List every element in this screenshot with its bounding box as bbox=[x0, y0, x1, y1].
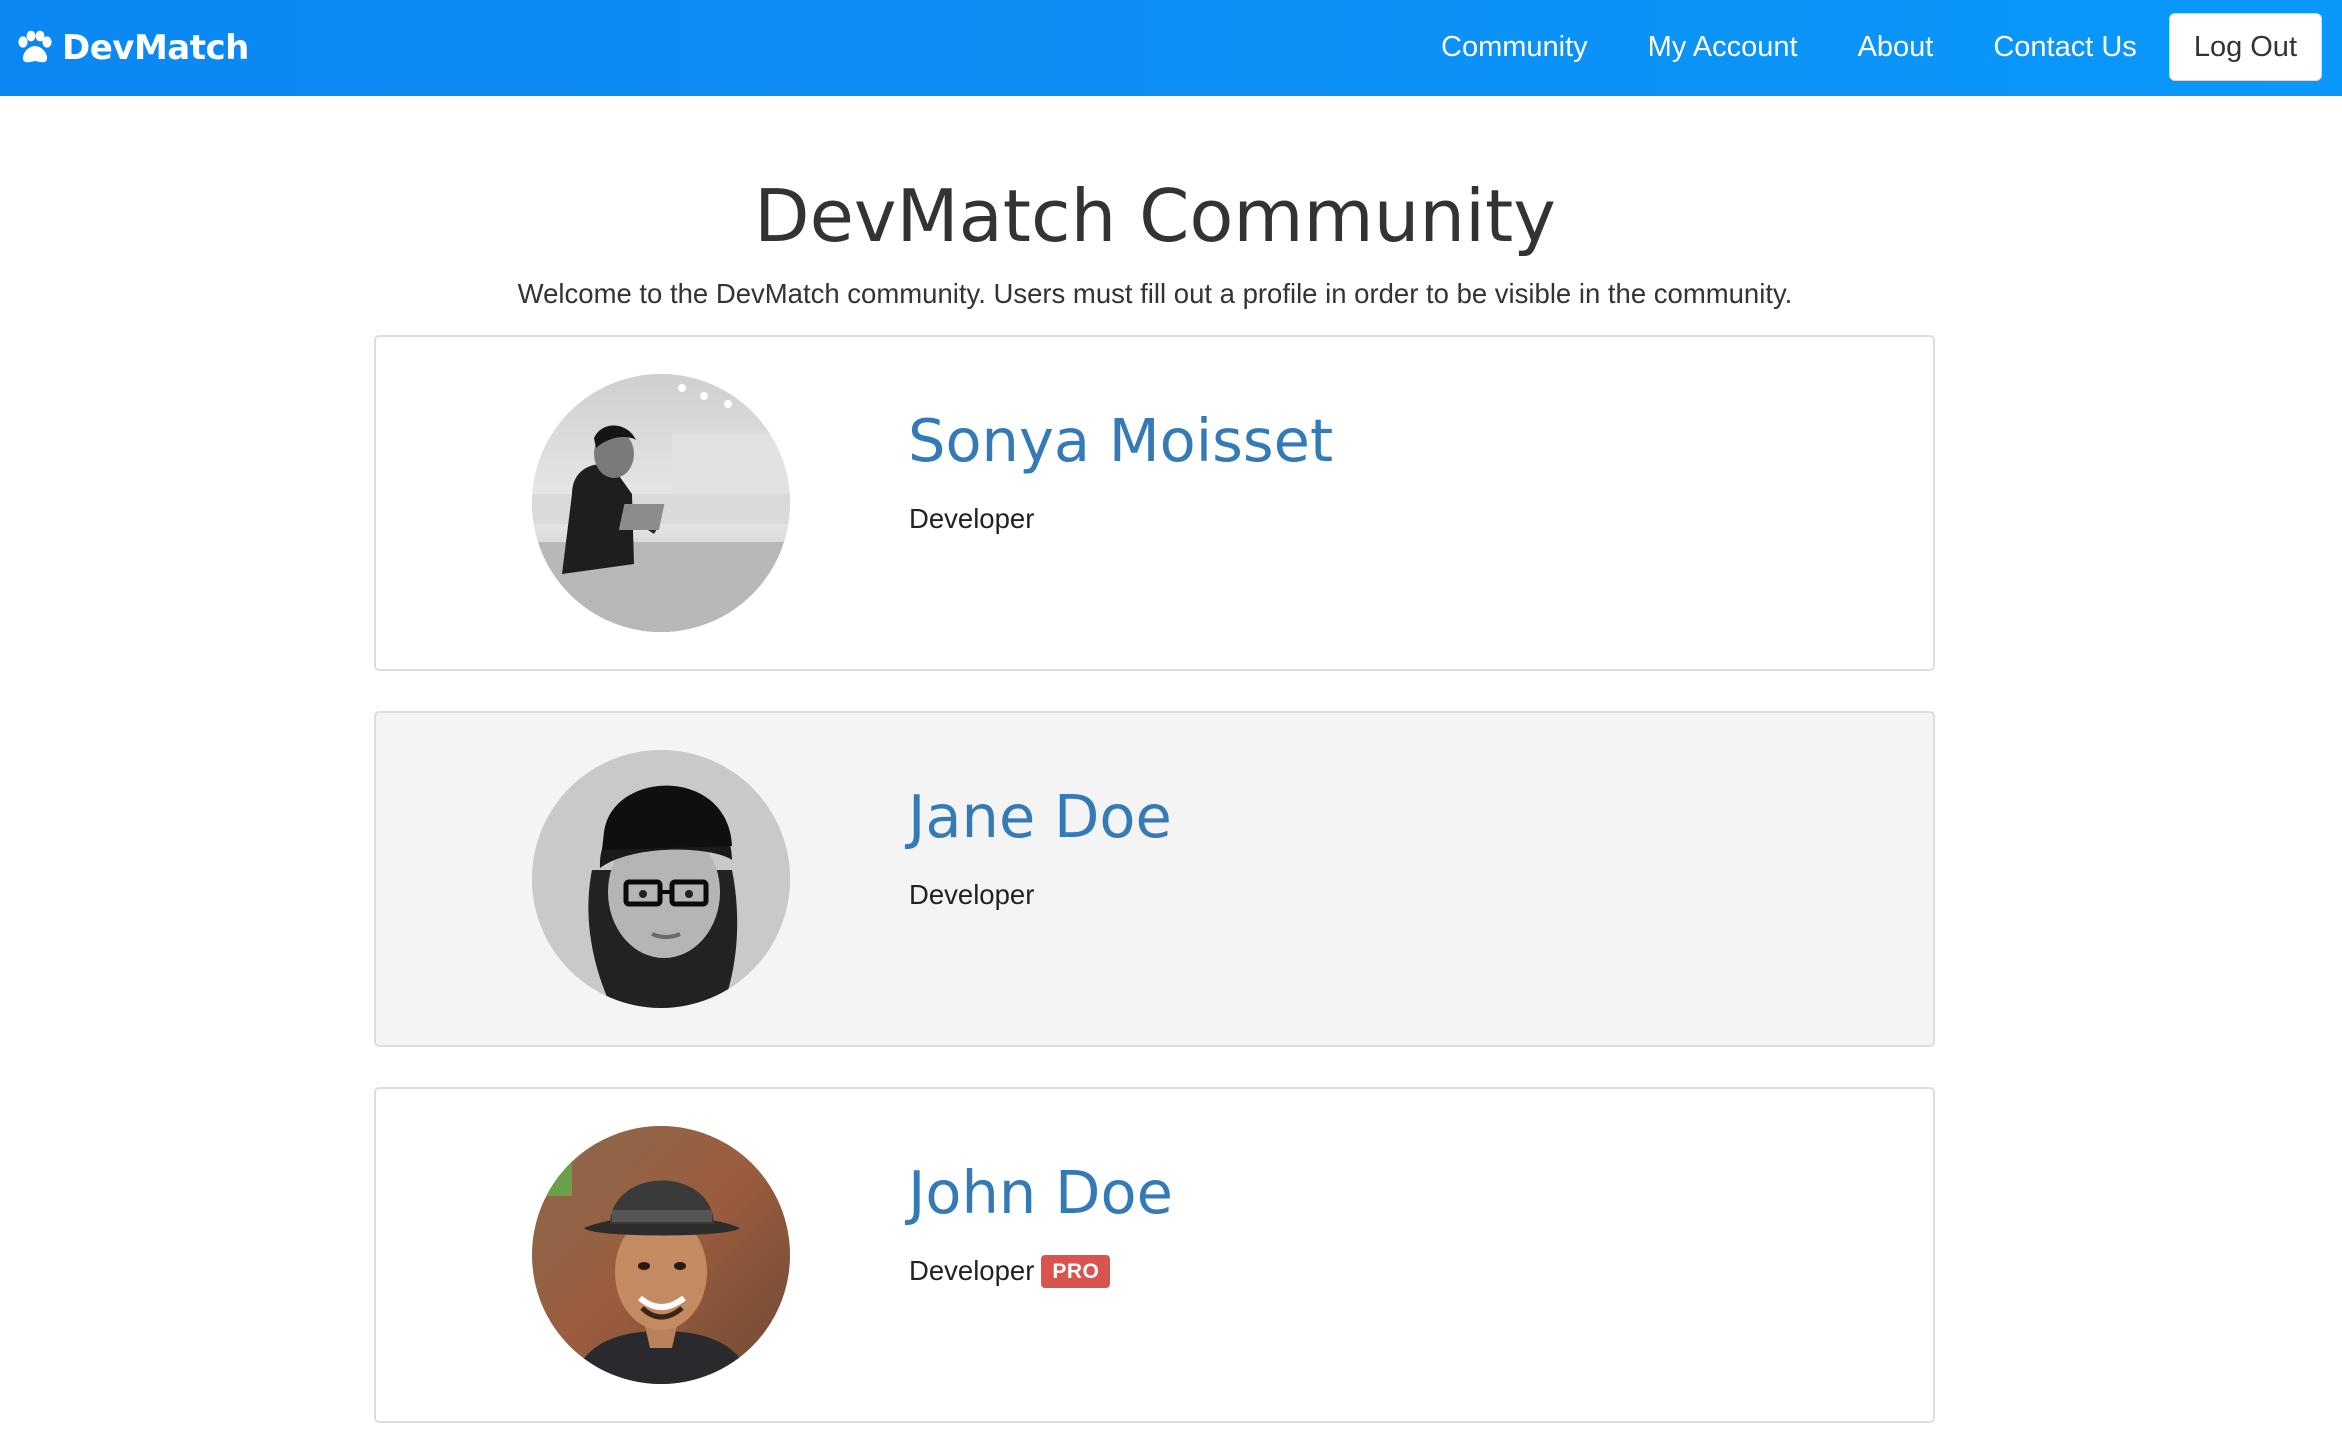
profile-card: John Doe Developer PRO bbox=[374, 1087, 1935, 1423]
nav-links: Community My Account About Contact Us Lo… bbox=[1411, 13, 2322, 81]
nav-community-link[interactable]: Community bbox=[1411, 13, 1618, 81]
avatar bbox=[532, 1126, 790, 1384]
profile-card: Jane Doe Developer bbox=[374, 711, 1935, 1047]
profile-role: Developer bbox=[909, 875, 1034, 915]
nav-my-account-link[interactable]: My Account bbox=[1618, 13, 1828, 81]
profile-role: Developer PRO bbox=[909, 1251, 1111, 1291]
profile-name-link[interactable]: John Doe bbox=[908, 1157, 1173, 1229]
avatar bbox=[532, 750, 790, 1008]
profile-name-link[interactable]: Sonya Moisset bbox=[908, 405, 1333, 477]
avatar bbox=[532, 374, 790, 632]
logout-button[interactable]: Log Out bbox=[2168, 13, 2322, 81]
nav-contact-link[interactable]: Contact Us bbox=[1963, 13, 2166, 81]
top-navbar: DevMatch Community My Account About Cont… bbox=[0, 0, 2342, 96]
pro-badge: PRO bbox=[1041, 1254, 1111, 1288]
brand-name: DevMatch bbox=[62, 28, 249, 68]
brand-link[interactable]: DevMatch bbox=[14, 24, 249, 72]
paw-icon bbox=[14, 28, 54, 68]
profile-role-text: Developer bbox=[909, 1255, 1035, 1286]
profile-name-link[interactable]: Jane Doe bbox=[908, 781, 1172, 853]
page-subtitle: Welcome to the DevMatch community. Users… bbox=[517, 278, 1793, 309]
profile-role-text: Developer bbox=[909, 503, 1035, 534]
nav-about-link[interactable]: About bbox=[1828, 13, 1964, 81]
profile-role: Developer bbox=[909, 499, 1034, 539]
profile-card: Sonya Moisset Developer bbox=[374, 335, 1935, 671]
profile-role-text: Developer bbox=[909, 879, 1035, 910]
page-title: DevMatch Community bbox=[754, 174, 1556, 258]
